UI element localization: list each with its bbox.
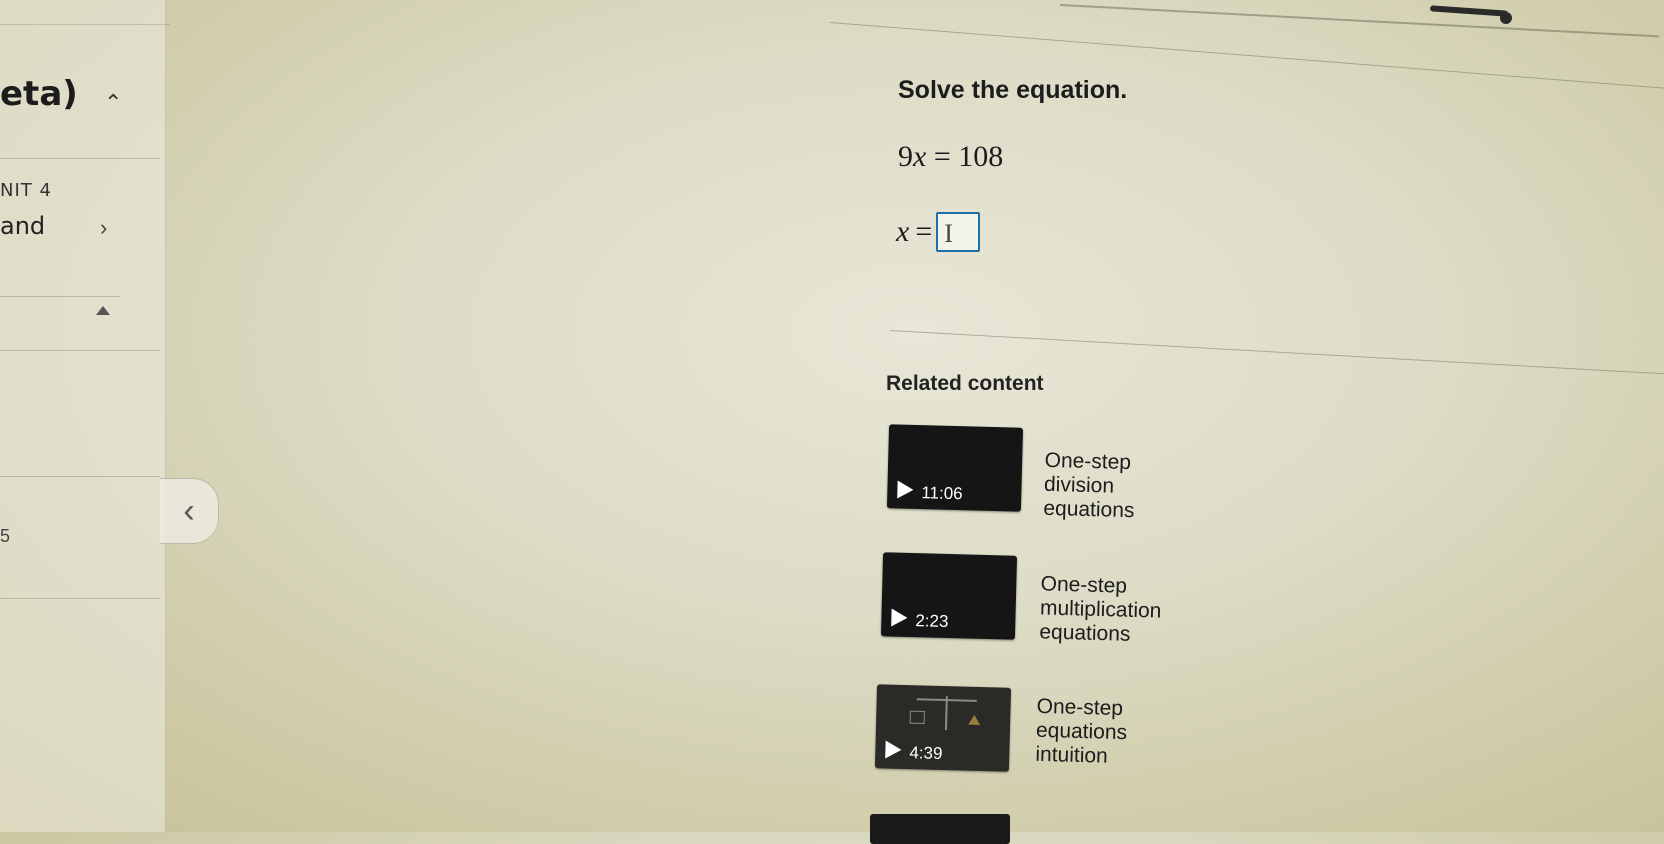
video-thumbnail[interactable]: 2:23 — [880, 552, 1018, 640]
progress-dot — [1500, 12, 1512, 24]
triangle-up-icon — [96, 306, 110, 315]
sidebar-divider — [0, 158, 160, 159]
progress-bar — [1429, 5, 1509, 17]
sidebar-divider — [0, 296, 120, 297]
balance-scale-icon — [909, 696, 981, 731]
sidebar-divider — [0, 350, 160, 351]
equation-operator: = — [926, 140, 959, 173]
equation-rhs: 108 — [958, 140, 1004, 173]
chevron-up-icon[interactable]: ⌃ — [104, 90, 122, 116]
sidebar-top-bar — [0, 0, 170, 25]
video-title[interactable]: One-step equations intuition — [1035, 695, 1128, 769]
section-divider — [889, 330, 1664, 375]
collapse-sidebar-button[interactable]: ‹ — [160, 478, 219, 544]
video-title[interactable]: One-step multiplication equations — [1039, 572, 1162, 647]
video-thumbnail[interactable]: 11:06 — [886, 424, 1024, 512]
answer-input[interactable]: I — [936, 212, 981, 252]
video-duration: 4:39 — [909, 743, 943, 763]
equation-coefficient: 9 — [898, 140, 913, 173]
answer-row: x = I — [896, 212, 981, 252]
equation: 9x = 108 — [898, 140, 1003, 174]
video-duration: 2:23 — [915, 611, 949, 631]
equation-variable: x — [913, 140, 927, 173]
unit-label: NIT 4 — [0, 180, 52, 201]
sidebar-divider — [0, 598, 160, 599]
related-content-heading: Related content — [886, 372, 1044, 395]
chevron-left-icon: ‹ — [183, 491, 195, 530]
sidebar-item-fragment: 5 — [0, 526, 11, 546]
video-title[interactable]: One-step division equations — [1043, 449, 1136, 523]
chevron-right-icon[interactable]: › — [100, 215, 107, 241]
play-icon — [891, 608, 908, 627]
play-icon — [885, 740, 902, 759]
video-duration: 11:06 — [921, 483, 963, 504]
progress-track — [1059, 4, 1660, 38]
answer-variable: x — [896, 215, 910, 248]
course-sidebar: eta) ⌃ NIT 4 and › 5 — [0, 0, 170, 832]
video-thumbnail[interactable]: 4:39 — [874, 684, 1012, 772]
unit-name[interactable]: and — [0, 212, 45, 240]
answer-equals: = — [915, 215, 933, 248]
question-prompt: Solve the equation. — [898, 76, 1128, 104]
sidebar-divider — [0, 476, 160, 477]
video-thumbnail-partial[interactable] — [870, 814, 1010, 844]
course-title[interactable]: eta) — [0, 74, 78, 114]
play-icon — [897, 480, 914, 499]
